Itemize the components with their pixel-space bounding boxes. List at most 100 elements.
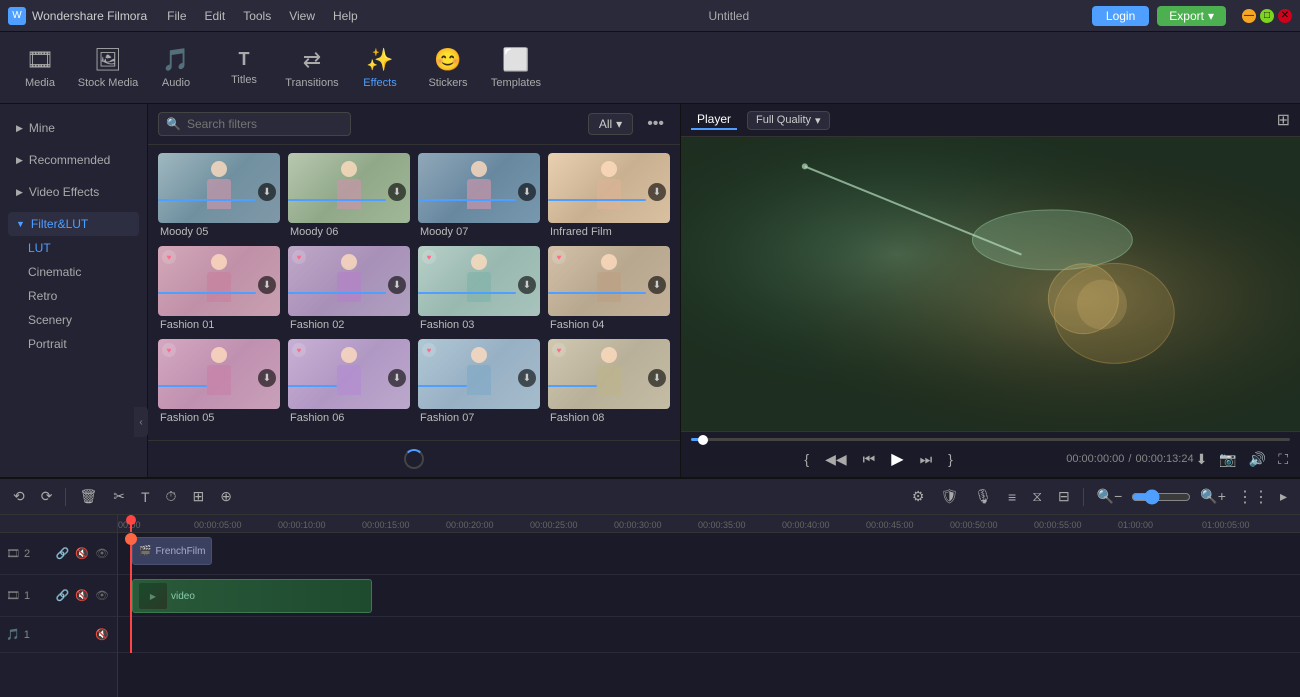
toolbar-templates[interactable]: ⬜ Templates	[484, 38, 548, 98]
progress-bar	[288, 385, 337, 387]
sidebar-sub-lut[interactable]: LUT	[8, 236, 139, 260]
clip-label-video: video	[171, 591, 195, 602]
playhead[interactable]	[130, 515, 132, 532]
filter-all-button[interactable]: All ▾	[588, 113, 633, 135]
track-link-button-1[interactable]: 🔗	[54, 588, 72, 603]
minimize-button[interactable]: —	[1242, 9, 1256, 23]
sidebar-sub-cinematic[interactable]: Cinematic	[8, 260, 139, 284]
more-options-button[interactable]: •••	[641, 113, 670, 135]
play-button[interactable]: ▶	[889, 447, 905, 471]
frame-forward-button[interactable]: ⏭	[918, 449, 935, 470]
close-button[interactable]: ✕	[1278, 9, 1292, 23]
zoom-in-button[interactable]: 🔍+	[1195, 485, 1231, 508]
menu-edit[interactable]: Edit	[197, 7, 234, 25]
frame-back-button[interactable]: ⏮	[861, 449, 878, 470]
protect-button[interactable]: 🛡	[935, 485, 963, 508]
menu-tools[interactable]: Tools	[235, 7, 279, 25]
sidebar-sub-retro[interactable]: Retro	[8, 284, 139, 308]
split-icon: ⧖	[1032, 488, 1042, 504]
sidebar-item-mine[interactable]: ▶ Mine	[8, 116, 139, 140]
step-back-button[interactable]: ◀◀	[823, 449, 849, 470]
undo-button[interactable]: ⟲	[8, 485, 30, 508]
player-tab[interactable]: Player	[691, 110, 737, 130]
track-mute-button-1[interactable]: 🔇	[73, 588, 91, 603]
zoom-slider[interactable]	[1131, 489, 1191, 505]
sidebar-sub-scenery[interactable]: Scenery	[8, 308, 139, 332]
split-button[interactable]: ⧖	[1027, 485, 1047, 508]
menu-view[interactable]: View	[281, 7, 323, 25]
settings-button[interactable]: ⚙	[907, 485, 930, 508]
menu-file[interactable]: File	[159, 7, 194, 25]
sidebar-item-recommended[interactable]: ▶ Recommended	[8, 148, 139, 172]
track-number-2: 2	[24, 548, 30, 560]
track-button[interactable]: ≡	[1003, 486, 1021, 508]
menu-help[interactable]: Help	[325, 7, 366, 25]
export-button[interactable]: Export ▾	[1157, 6, 1226, 26]
toolbar-media[interactable]: 🎞 Media	[8, 38, 72, 98]
crop-button[interactable]: ⊞	[187, 485, 209, 508]
filter-item-fashion03[interactable]: ♥ ⬇ Fashion 03	[418, 246, 540, 331]
toolbar-stock-media[interactable]: 🖼 Stock Media	[76, 38, 140, 98]
toolbar-audio[interactable]: 🎵 Audio	[144, 38, 208, 98]
snapshot-camera-button[interactable]: 📷	[1217, 449, 1238, 470]
fullscreen-button[interactable]: ⛶	[1276, 449, 1290, 470]
export-chevron-icon: ▾	[1208, 9, 1214, 23]
filter-item-fashion06[interactable]: ♥ ⬇ Fashion 06	[288, 339, 410, 424]
toolbar-transitions[interactable]: ⇄ Transitions	[280, 38, 344, 98]
filter-item-fashion08[interactable]: ♥ ⬇ Fashion 08	[548, 339, 670, 424]
toolbar: 🎞 Media 🖼 Stock Media 🎵 Audio T Titles ⇄…	[0, 32, 1300, 104]
toolbar-titles[interactable]: T Titles	[212, 38, 276, 98]
record-button[interactable]: 🎙	[969, 485, 997, 508]
timeline-more-button[interactable]: ⋮⋮	[1237, 487, 1269, 507]
search-input[interactable]	[158, 112, 351, 136]
track-link-button[interactable]: 🔗	[54, 546, 72, 561]
to-timeline-button[interactable]: ⬇	[1194, 449, 1210, 470]
filter-item-fashion04[interactable]: ♥ ⬇ Fashion 04	[548, 246, 670, 331]
cut-button[interactable]: ✂	[108, 485, 130, 508]
track-mute-audio[interactable]: 🔇	[93, 627, 111, 642]
sidebar-item-filter-lut[interactable]: ▼ Filter&LUT	[8, 212, 139, 236]
mark-in-button[interactable]: {	[802, 449, 811, 469]
filter-label-fashion02: Fashion 02	[288, 319, 410, 331]
quality-select[interactable]: Full Quality ▾	[747, 111, 830, 130]
redo-button[interactable]: ⟳	[36, 485, 58, 508]
delete-button[interactable]: 🗑	[74, 485, 102, 508]
video-clip[interactable]: ▶ video	[132, 579, 372, 613]
snapshot-button[interactable]: ⊞	[1277, 110, 1290, 130]
volume-icon: 🔊	[1249, 451, 1266, 467]
filter-item-fashion05[interactable]: ♥ ⬇ Fashion 05	[158, 339, 280, 424]
login-button[interactable]: Login	[1092, 6, 1149, 26]
effect-clip-frenchfilm[interactable]: 🎬 FrenchFilm	[132, 537, 212, 565]
track-eye-button-1[interactable]: 👁	[93, 588, 111, 603]
time-current: 00:00:00:00	[1066, 453, 1124, 465]
download-icon: ⬇	[518, 369, 536, 387]
filter-item-moody06[interactable]: ⬇ Moody 06	[288, 153, 410, 238]
ruler-mark: 00:00:50:00	[950, 515, 1034, 532]
zoom-out-button[interactable]: 🔍−	[1092, 485, 1128, 508]
track-mute-button[interactable]: 🔇	[73, 546, 91, 561]
sidebar-item-video-effects[interactable]: ▶ Video Effects	[8, 180, 139, 204]
filter-item-fashion01[interactable]: ♥ ⬇ Fashion 01	[158, 246, 280, 331]
filter-item-fashion02[interactable]: ♥ ⬇ Fashion 02	[288, 246, 410, 331]
sidebar-sub-portrait[interactable]: Portrait	[8, 332, 139, 356]
filter-label-moody05: Moody 05	[158, 226, 280, 238]
filter-item-moody05[interactable]: ⬇ Moody 05	[158, 153, 280, 238]
insert-button[interactable]: ⊟	[1053, 485, 1075, 508]
sidebar-collapse-button[interactable]: ‹	[134, 407, 148, 437]
maximize-button[interactable]: □	[1260, 9, 1274, 23]
mark-out-button[interactable]: }	[946, 449, 955, 469]
track-eye-button[interactable]: 👁	[93, 546, 111, 561]
filter-label-fashion06: Fashion 06	[288, 412, 410, 424]
progress-track[interactable]	[691, 438, 1290, 441]
filter-item-fashion07[interactable]: ♥ ⬇ Fashion 07	[418, 339, 540, 424]
toolbar-effects[interactable]: ✨ Effects	[348, 38, 412, 98]
frame-back-icon: ⏮	[863, 451, 876, 467]
filter-item-infrared[interactable]: ⬇ Infrared Film	[548, 153, 670, 238]
duration-button[interactable]: ⏱	[161, 485, 182, 508]
timeline-settings-button[interactable]: ▸	[1275, 485, 1292, 508]
toolbar-stickers[interactable]: 😊 Stickers	[416, 38, 480, 98]
filter-item-moody07[interactable]: ⬇ Moody 07	[418, 153, 540, 238]
add-button[interactable]: ⊕	[215, 485, 237, 508]
volume-button[interactable]: 🔊	[1247, 449, 1268, 470]
text-button[interactable]: T	[136, 486, 155, 508]
